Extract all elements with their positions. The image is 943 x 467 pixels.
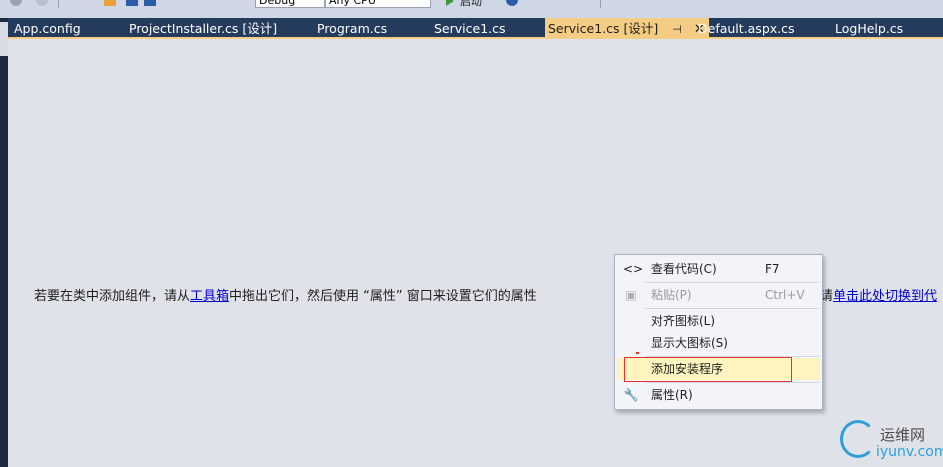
tab-app-config[interactable]: App.config	[14, 18, 81, 37]
menu-separator	[645, 282, 819, 283]
toolbox-link[interactable]: 工具箱	[190, 289, 229, 304]
document-tab-strip: App.config ProjectInstaller.cs [设计] Prog…	[8, 18, 943, 39]
menu-item-shortcut: Ctrl+V	[765, 288, 805, 302]
menu-item-label: 对齐图标(L)	[651, 314, 716, 328]
menu-item-properties[interactable]: 🔧 属性(R)	[617, 384, 820, 406]
watermark-text: 运维网	[880, 426, 926, 444]
menu-item-label: 属性(R)	[651, 388, 693, 402]
watermark-url: iyunv.com	[876, 444, 943, 460]
left-tool-strip	[0, 18, 8, 467]
watermark-logo-icon	[840, 420, 876, 458]
menu-item-label: 粘贴(P)	[651, 288, 692, 302]
save-icon[interactable]	[126, 0, 138, 6]
start-button-label[interactable]: 启动	[460, 0, 482, 8]
paste-icon: ▣	[625, 288, 637, 302]
menu-item-paste[interactable]: ▣ 粘贴(P) Ctrl+V	[617, 284, 820, 306]
tab-label: Program.cs	[317, 21, 388, 36]
menu-item-align-icons[interactable]: 对齐图标(L)	[617, 310, 820, 332]
save-all-icon[interactable]	[144, 0, 156, 6]
menu-item-view-code[interactable]: <> 查看代码(C) F7	[617, 258, 820, 280]
menu-item-label: 查看代码(C)	[651, 262, 717, 276]
tab-label: App.config	[14, 21, 81, 36]
forward-icon[interactable]	[36, 0, 48, 6]
designer-hint: 若要在类中添加组件，请从工具箱中拖出它们，然后使用 “属性” 窗口来设置它们的属…	[34, 285, 537, 304]
tab-default-aspx[interactable]: Default.aspx.cs	[698, 18, 795, 37]
toolbar-separator	[600, 0, 601, 8]
toolbar: Debug Any CPU 启动	[0, 0, 943, 18]
watermark: 运维网 iyunv.com	[838, 418, 943, 464]
context-menu: <> 查看代码(C) F7 ▣ 粘贴(P) Ctrl+V 对齐图标(L) 显示大…	[614, 254, 823, 410]
toolbar-separator	[58, 0, 59, 8]
tab-label: Service1.cs [设计]	[548, 21, 659, 36]
tab-label: Service1.cs	[434, 21, 506, 36]
start-icon[interactable]	[446, 0, 454, 6]
menu-item-shortcut: F7	[765, 262, 780, 276]
menu-separator	[645, 382, 819, 383]
menu-item-label: 显示大图标(S)	[651, 336, 728, 350]
tab-loghelp[interactable]: LogHelp.cs	[835, 18, 903, 37]
open-folder-icon[interactable]	[104, 0, 116, 6]
code-icon: <>	[623, 262, 644, 276]
config-combo[interactable]: Debug	[255, 0, 325, 8]
tab-service1[interactable]: Service1.cs	[434, 18, 506, 37]
wrench-icon: 🔧	[623, 388, 639, 402]
server-explorer-tab[interactable]	[0, 22, 8, 56]
annotation-mark	[636, 352, 639, 354]
back-icon[interactable]	[10, 0, 22, 6]
tab-service1-design[interactable]: Service1.cs [设计] ⊣ ✕	[545, 18, 709, 39]
highlight-box	[624, 357, 792, 382]
hint-text: 若要在类中添加组件，请从	[34, 289, 191, 304]
switch-to-code-link[interactable]: 单击此处切换到代	[833, 289, 937, 304]
platform-combo[interactable]: Any CPU	[325, 0, 431, 8]
tab-label: Default.aspx.cs	[698, 21, 795, 36]
menu-separator	[645, 308, 819, 309]
pin-icon[interactable]: ⊣	[672, 19, 682, 40]
tab-projectinstaller-design[interactable]: ProjectInstaller.cs [设计]	[129, 18, 277, 37]
refresh-icon[interactable]	[506, 0, 518, 6]
hint-text: 中拖出它们，然后使用 “属性” 窗口来设置它们的属性	[229, 289, 537, 304]
tab-label: ProjectInstaller.cs [设计]	[129, 21, 278, 36]
designer-hint-right: 请单击此处切换到代	[820, 285, 937, 304]
menu-item-show-large-icons[interactable]: 显示大图标(S)	[617, 332, 820, 354]
tab-label: LogHelp.cs	[835, 21, 904, 36]
tab-program[interactable]: Program.cs	[317, 18, 387, 37]
